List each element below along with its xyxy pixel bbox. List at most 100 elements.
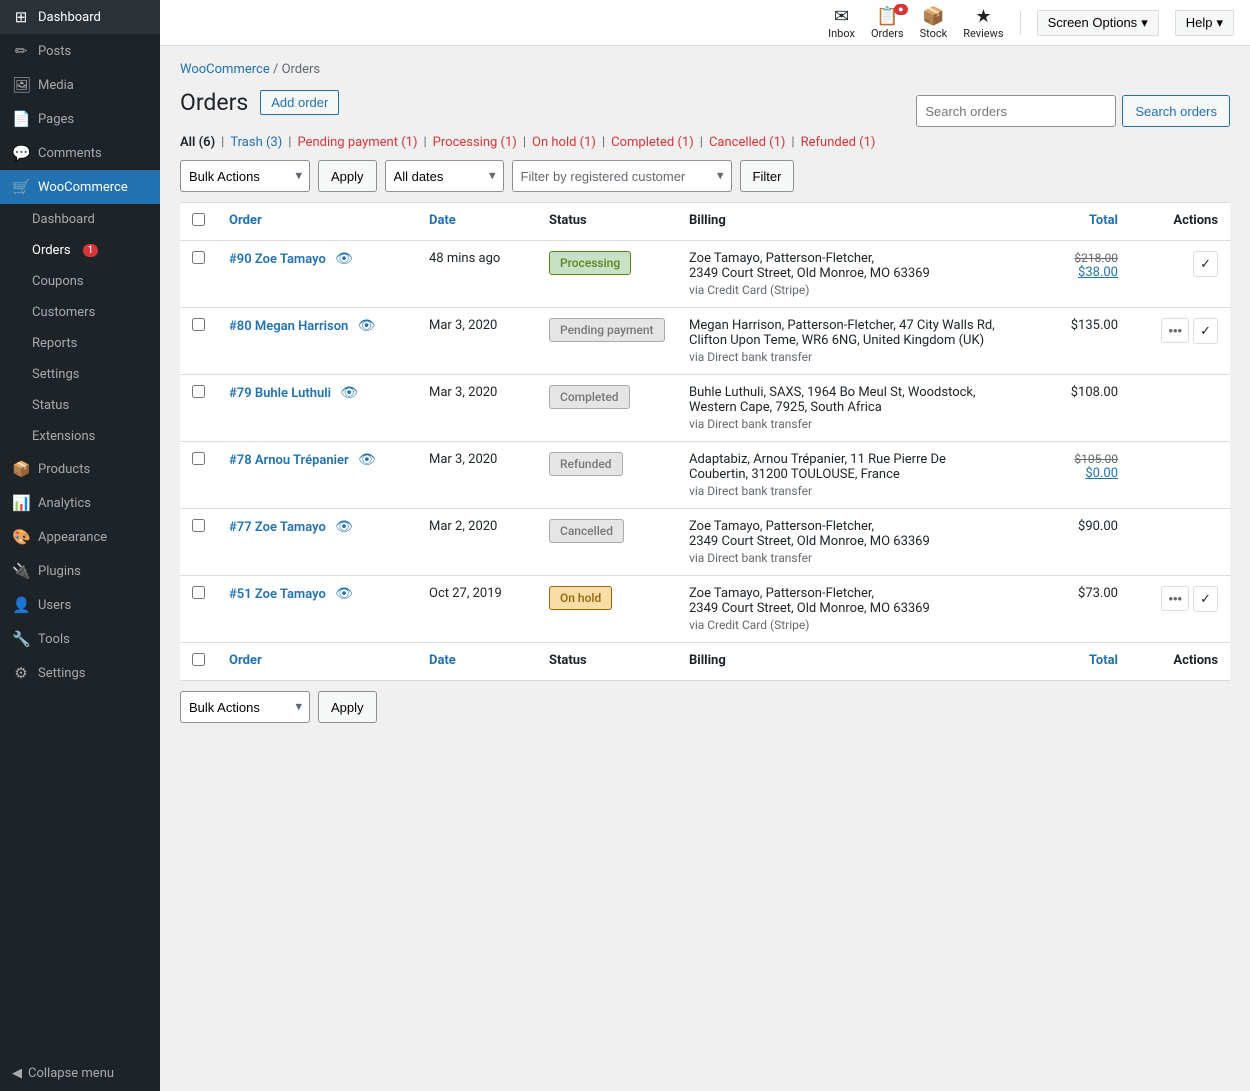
order-link-79[interactable]: #79 Buhle Luthuli <box>229 386 331 401</box>
filter-tab-processing[interactable]: Processing (1) <box>433 135 517 150</box>
billing-cell: Buhle Luthuli, SAXS, 1964 Bo Meul St, Wo… <box>677 375 1010 442</box>
complete-btn-90[interactable]: ✓ <box>1193 251 1218 277</box>
order-link-78[interactable]: #78 Arnou Trépanier <box>229 453 349 468</box>
filter-tab-refunded[interactable]: Refunded (1) <box>801 135 876 150</box>
header-total-col[interactable]: Total <box>1010 203 1130 241</box>
page-content: WooCommerce / Orders Orders Add order Se… <box>160 46 1250 1091</box>
date-filter-select[interactable]: All dates January 2020 February 2020 Mar… <box>385 160 504 192</box>
order-link-80[interactable]: #80 Megan Harrison <box>229 319 348 334</box>
view-order-icon-78[interactable]: 👁 <box>358 452 376 468</box>
sidebar-item-dashboard[interactable]: ⊞ Dashboard <box>0 0 160 34</box>
sidebar-item-comments[interactable]: 💬 Comments <box>0 136 160 170</box>
order-cell: #51 Zoe Tamayo 👁 <box>217 576 417 643</box>
breadcrumb-parent-link[interactable]: WooCommerce <box>180 62 270 77</box>
order-link-51[interactable]: #51 Zoe Tamayo <box>229 587 326 602</box>
sidebar-sub-woo-settings[interactable]: Settings <box>0 359 160 390</box>
help-button[interactable]: Help ▾ <box>1175 10 1234 36</box>
sidebar-sub-label: Customers <box>32 305 95 320</box>
more-actions-btn-51[interactable]: ••• <box>1161 586 1189 611</box>
breadcrumb-current: Orders <box>282 62 321 77</box>
view-order-icon-90[interactable]: 👁 <box>335 251 353 267</box>
header-date-col[interactable]: Date <box>417 203 537 241</box>
bulk-actions-select-bottom[interactable]: Bulk Actions Mark processing Mark on-hol… <box>180 691 310 723</box>
total-current-78[interactable]: $0.00 <box>1022 466 1118 481</box>
billing-cell: Zoe Tamayo, Patterson-Fletcher,2349 Cour… <box>677 576 1010 643</box>
sidebar-item-plugins[interactable]: 🔌 Plugins <box>0 554 160 588</box>
order-cell: #90 Zoe Tamayo 👁 <box>217 241 417 308</box>
sidebar-item-media[interactable]: 🖼 Media <box>0 68 160 102</box>
view-order-icon-77[interactable]: 👁 <box>335 519 353 535</box>
filter-tab-completed[interactable]: Completed (1) <box>611 135 694 150</box>
add-order-button[interactable]: Add order <box>260 90 339 115</box>
screen-options-button[interactable]: Screen Options ▾ <box>1037 10 1159 36</box>
table-footer-row: Order Date Status Billing Total <box>180 643 1230 681</box>
search-orders-button[interactable]: Search orders <box>1122 95 1230 127</box>
sidebar-item-label: Pages <box>38 112 74 127</box>
filter-tab-all[interactable]: All (6) <box>180 135 215 150</box>
topbar-reviews[interactable]: ★ Reviews <box>963 6 1003 40</box>
order-link-90[interactable]: #90 Zoe Tamayo <box>229 252 326 267</box>
sidebar-item-posts[interactable]: ✏ Posts <box>0 34 160 68</box>
view-order-icon-51[interactable]: 👁 <box>335 586 353 602</box>
bottom-toolbar: Bulk Actions Mark processing Mark on-hol… <box>180 691 1230 723</box>
filter-tab-on-hold[interactable]: On hold (1) <box>532 135 596 150</box>
sidebar-item-tools[interactable]: 🔧 Tools <box>0 622 160 656</box>
sidebar-item-users[interactable]: 👤 Users <box>0 588 160 622</box>
sidebar-sub-woo-coupons[interactable]: Coupons <box>0 266 160 297</box>
search-orders-input[interactable] <box>916 95 1116 127</box>
filter-tab-cancelled[interactable]: Cancelled (1) <box>709 135 785 150</box>
sidebar-item-analytics[interactable]: 📊 Analytics <box>0 486 160 520</box>
topbar-orders[interactable]: 📋 ● Orders <box>871 6 904 40</box>
sidebar-item-woocommerce[interactable]: 🛒 WooCommerce <box>0 170 160 204</box>
collapse-menu-button[interactable]: ◀ Collapse menu <box>0 1056 160 1091</box>
view-order-icon-79[interactable]: 👁 <box>340 385 358 401</box>
apply-button-top[interactable]: Apply <box>318 160 377 192</box>
select-all-checkbox[interactable] <box>192 213 205 226</box>
stock-icon: 📦 <box>922 6 944 27</box>
row-checkbox-77[interactable] <box>192 519 205 532</box>
appearance-icon: 🎨 <box>12 528 30 546</box>
footer-date-col[interactable]: Date <box>417 643 537 681</box>
order-link-77[interactable]: #77 Zoe Tamayo <box>229 520 326 535</box>
select-all-checkbox-bottom[interactable] <box>192 653 205 666</box>
sidebar-item-pages[interactable]: 📄 Pages <box>0 102 160 136</box>
sidebar-sub-woo-dashboard[interactable]: Dashboard <box>0 204 160 235</box>
apply-button-bottom[interactable]: Apply <box>318 691 377 723</box>
row-checkbox-78[interactable] <box>192 452 205 465</box>
total-current-90[interactable]: $38.00 <box>1022 265 1118 280</box>
row-checkbox-51[interactable] <box>192 586 205 599</box>
more-actions-btn-80[interactable]: ••• <box>1161 318 1189 343</box>
row-checkbox-79[interactable] <box>192 385 205 398</box>
topbar-stock[interactable]: 📦 Stock <box>920 6 948 40</box>
filter-tab-trash[interactable]: Trash (3) <box>230 135 282 150</box>
billing-address: Zoe Tamayo, Patterson-Fletcher,2349 Cour… <box>689 251 998 281</box>
bulk-actions-select[interactable]: Bulk Actions Mark processing Mark on-hol… <box>180 160 310 192</box>
complete-btn-80[interactable]: ✓ <box>1193 318 1218 344</box>
sidebar-item-label: Posts <box>38 44 71 59</box>
footer-billing-col: Billing <box>677 643 1010 681</box>
filter-tab-pending[interactable]: Pending payment (1) <box>297 135 417 150</box>
row-checkbox-80[interactable] <box>192 318 205 331</box>
footer-order-col[interactable]: Order <box>217 643 417 681</box>
topbar-inbox[interactable]: ✉ Inbox <box>828 6 855 40</box>
status-badge-80: Pending payment <box>549 318 665 342</box>
sidebar-sub-woo-extensions[interactable]: Extensions <box>0 421 160 452</box>
sidebar-item-settings[interactable]: ⚙ Settings <box>0 656 160 690</box>
complete-btn-51[interactable]: ✓ <box>1193 586 1218 612</box>
customer-filter-select[interactable]: Filter by registered customer <box>512 160 732 192</box>
header-order-col[interactable]: Order <box>217 203 417 241</box>
date-cell: Mar 3, 2020 <box>417 442 537 509</box>
sidebar-sub-label: Dashboard <box>32 212 95 227</box>
sidebar-item-appearance[interactable]: 🎨 Appearance <box>0 520 160 554</box>
view-order-icon-80[interactable]: 👁 <box>358 318 376 334</box>
sidebar-sub-woo-status[interactable]: Status <box>0 390 160 421</box>
sidebar-sub-woo-reports[interactable]: Reports <box>0 328 160 359</box>
sidebar-item-products[interactable]: 📦 Products <box>0 452 160 486</box>
sidebar-sub-woo-customers[interactable]: Customers <box>0 297 160 328</box>
filter-button[interactable]: Filter <box>740 160 795 192</box>
sidebar-sub-woo-orders[interactable]: Orders 1 <box>0 235 160 266</box>
footer-total-col[interactable]: Total <box>1010 643 1130 681</box>
actions-cell <box>1130 509 1230 576</box>
total-original-78: $105.00 <box>1022 452 1118 466</box>
row-checkbox-90[interactable] <box>192 251 205 264</box>
